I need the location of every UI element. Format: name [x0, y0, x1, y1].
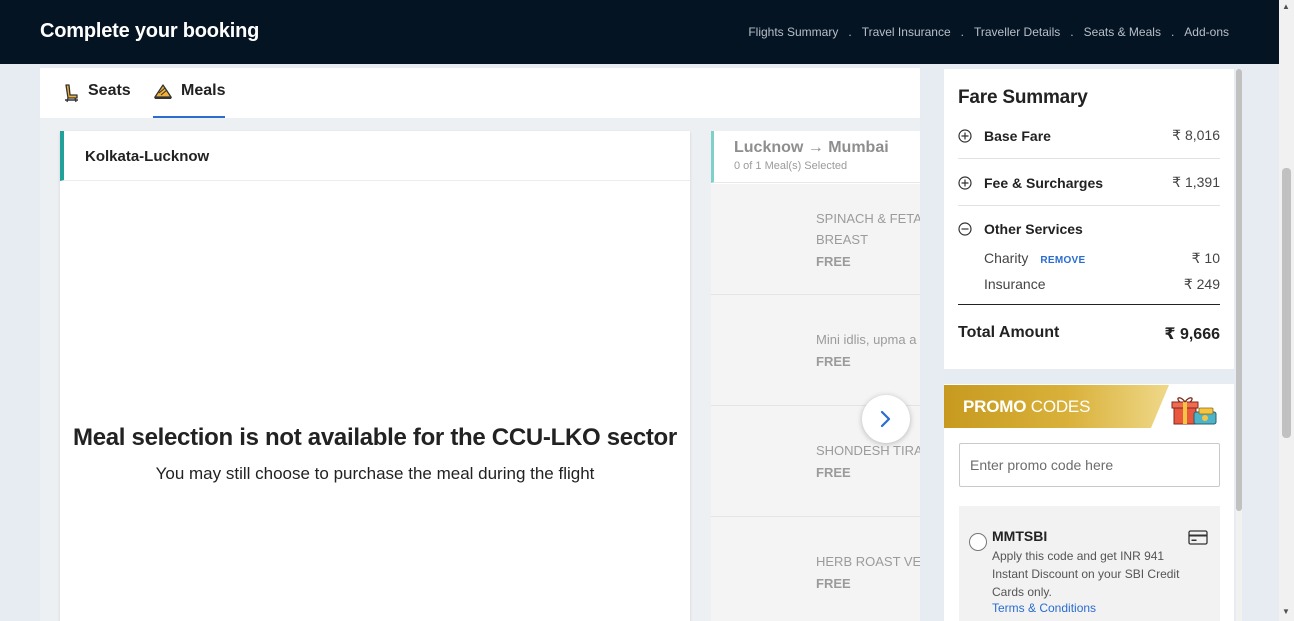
- coupon-radio[interactable]: [969, 533, 987, 551]
- meal-price: FREE: [816, 576, 851, 591]
- step-seats-meals[interactable]: Seats & Meals: [1084, 25, 1161, 39]
- fare-summary-title: Fare Summary: [958, 87, 1088, 108]
- plus-circle-icon[interactable]: [958, 128, 972, 143]
- promo-codes-banner: PROMO CODES: [944, 385, 1169, 428]
- scroll-up-arrow-icon[interactable]: ▲: [1282, 2, 1290, 11]
- chevron-right-icon: [880, 410, 891, 428]
- total-amount-label: Total Amount: [958, 324, 1060, 341]
- promo-title-rest: CODES: [1026, 397, 1091, 416]
- remove-charity-link[interactable]: REMOVE: [1040, 255, 1085, 266]
- seats-meals-panel: Seats Meals Kolkata-Lucknow Meal selecti…: [40, 68, 920, 621]
- meals-selected-count: 0 of 1 Meal(s) Selected: [734, 160, 848, 172]
- promo-codes-card: PROMO CODES MMTSBI Apply this code and g…: [944, 384, 1234, 621]
- other-services-row[interactable]: Other Services: [958, 221, 1220, 237]
- total-amount-value: ₹ 9,666: [1164, 326, 1220, 343]
- divider: [958, 205, 1220, 206]
- insurance-row: Insurance ₹ 249: [984, 276, 1220, 293]
- meal-item[interactable]: Mini idlis, upma a FREE: [711, 295, 920, 406]
- base-fare-label: Base Fare: [984, 127, 1051, 144]
- top-header: Complete your booking Flights Summary . …: [0, 0, 1279, 64]
- meal-price: FREE: [816, 254, 851, 269]
- terms-conditions-link[interactable]: Terms & Conditions: [992, 601, 1096, 615]
- fees-value: ₹ 1,391: [1172, 174, 1220, 190]
- meal-name-line: BREAST: [816, 232, 869, 247]
- meal-name: HERB ROAST VE: [816, 554, 920, 569]
- step-flights-summary[interactable]: Flights Summary: [748, 25, 838, 39]
- step-separator: .: [1170, 25, 1175, 39]
- step-travel-insurance[interactable]: Travel Insurance: [862, 25, 951, 39]
- seat-meal-tabs: Seats Meals: [40, 68, 920, 118]
- step-separator: .: [1070, 25, 1074, 39]
- step-separator: .: [960, 25, 964, 39]
- meal-icon: [154, 84, 172, 99]
- meal-name: SHONDESH TIRA: [816, 443, 920, 458]
- divider: [958, 158, 1220, 159]
- credit-card-icon: [1188, 530, 1208, 545]
- base-fare-row[interactable]: Base Fare ₹ 8,016: [958, 127, 1220, 144]
- meal-item[interactable]: SPINACH & FETA BREAST FREE: [711, 184, 920, 295]
- meal-unavailable-title: Meal selection is not available for the …: [73, 424, 677, 451]
- scroll-down-arrow-icon[interactable]: ▼: [1282, 607, 1290, 616]
- minus-circle-icon[interactable]: [958, 222, 972, 236]
- sidebar-scrollbar-thumb[interactable]: [1236, 69, 1242, 511]
- total-amount-row: Total Amount ₹ 9,666: [958, 324, 1220, 344]
- insurance-label: Insurance: [984, 276, 1046, 292]
- promo-code-input[interactable]: [959, 443, 1220, 487]
- charity-value: ₹ 10: [1191, 250, 1220, 266]
- next-sector-button[interactable]: [862, 395, 910, 443]
- meal-price: FREE: [816, 354, 851, 369]
- meal-name: SPINACH & FETA BREAST: [816, 208, 920, 250]
- sector-name: Kolkata-Lucknow: [60, 131, 690, 181]
- fare-summary-card: Fare Summary Base Fare ₹ 8,016 Fee & Sur…: [944, 69, 1234, 369]
- tab-meals[interactable]: Meals: [153, 82, 226, 118]
- sidebar-scrollbar[interactable]: [1236, 69, 1242, 621]
- sector-card: Kolkata-Lucknow Meal selection is not av…: [60, 131, 690, 621]
- page-scrollbar-thumb[interactable]: [1282, 168, 1291, 438]
- coupon-option[interactable]: MMTSBI Apply this code and get INR 941 I…: [959, 506, 1220, 621]
- meal-price: FREE: [816, 465, 851, 480]
- other-services-label: Other Services: [984, 221, 1083, 237]
- tab-seats[interactable]: Seats: [62, 82, 131, 118]
- booking-steps: Flights Summary . Travel Insurance . Tra…: [748, 25, 1229, 39]
- meal-name: Mini idlis, upma a: [816, 332, 917, 347]
- step-add-ons[interactable]: Add-ons: [1184, 25, 1229, 39]
- meal-unavailable-subtitle: You may still choose to purchase the mea…: [155, 464, 595, 483]
- next-sector-card[interactable]: Lucknow → Mumbai 0 of 1 Meal(s) Selected…: [711, 131, 920, 621]
- fees-label: Fee & Surcharges: [984, 174, 1104, 191]
- total-divider: [958, 304, 1220, 305]
- meal-name-line: SPINACH & FETA: [816, 211, 920, 226]
- tab-meals-label: Meals: [181, 82, 226, 99]
- gift-icon: [1171, 397, 1217, 425]
- page-scrollbar[interactable]: ▲ ▼: [1279, 0, 1294, 621]
- promo-codes-title: PROMO CODES: [963, 397, 1090, 417]
- coupon-code: MMTSBI: [992, 528, 1048, 544]
- meal-item[interactable]: HERB ROAST VE FREE: [711, 517, 920, 621]
- next-sector-header[interactable]: Lucknow → Mumbai 0 of 1 Meal(s) Selected: [711, 131, 920, 183]
- coupon-description: Apply this code and get INR 941 Instant …: [992, 549, 1180, 599]
- base-fare-value: ₹ 8,016: [1172, 127, 1220, 143]
- step-separator: .: [848, 25, 852, 39]
- next-sector-route: Lucknow → Mumbai: [734, 139, 889, 156]
- charity-label: Charity: [984, 250, 1029, 266]
- promo-title-bold: PROMO: [963, 397, 1027, 416]
- insurance-value: ₹ 249: [1183, 276, 1220, 292]
- plus-circle-icon[interactable]: [958, 175, 972, 190]
- tab-seats-label: Seats: [88, 82, 131, 99]
- step-traveller-details[interactable]: Traveller Details: [974, 25, 1060, 39]
- page-title: Complete your booking: [40, 20, 260, 42]
- charity-row: Charity REMOVE ₹ 10: [984, 250, 1220, 267]
- seat-icon: [65, 84, 78, 103]
- fees-row[interactable]: Fee & Surcharges ₹ 1,391: [958, 174, 1220, 191]
